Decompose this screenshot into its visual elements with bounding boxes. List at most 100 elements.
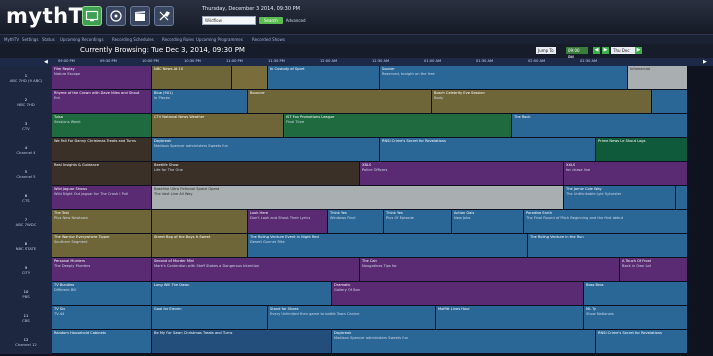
program-cell[interactable]: IST Fox Promotions League Final Time [284, 114, 512, 138]
tv-guide-icon[interactable] [82, 6, 102, 26]
program-cell[interactable] [152, 210, 248, 234]
program-cell[interactable]: Dramatic Gallery Of Bon [332, 282, 584, 306]
program-cell[interactable]: Action Gals New Jobs [452, 210, 524, 234]
program-cell[interactable]: Paradise Earth The Final Round of Pitch B… [524, 210, 688, 234]
channel-cell[interactable]: 8 NBC STATE [0, 234, 52, 259]
menu-item[interactable]: Recording Rules [162, 37, 194, 42]
nav-icons [82, 6, 174, 26]
program-cell[interactable]: The Warrior Everywhere Tipper Southern Se… [52, 234, 152, 258]
program-cell[interactable] [652, 90, 688, 114]
scroll-right-icon[interactable]: ▶ [703, 59, 707, 65]
program-cell[interactable]: Prime News Le Shout Logs [596, 138, 688, 162]
program-cell[interactable]: The Ruling Venture in the Run [528, 234, 688, 258]
next-button[interactable]: ▶ [602, 47, 609, 54]
program-cell[interactable]: Street Bop of the Boys It Sweet [152, 234, 248, 258]
menu-item[interactable]: Upcoming Programmes [196, 37, 243, 42]
scroll-left-icon[interactable]: ◀ [44, 59, 48, 65]
channel-cell[interactable]: 6 CTS [0, 186, 52, 211]
settings-icon[interactable] [154, 6, 174, 26]
channel-cell[interactable]: 4 Channel 4 [0, 138, 52, 163]
program-cell[interactable]: Moffitt Lines Hour [436, 306, 584, 330]
jump-date-select[interactable]: Thu Dec 3, 2014 [611, 47, 636, 60]
program-cell[interactable]: A Touch Of Frost Back in Own Lot [620, 258, 688, 282]
time-slot-label: 02:30 AM [580, 59, 598, 63]
program-cell[interactable]: Boss Bros [584, 282, 688, 306]
program-cell[interactable]: We Fall For Danny Christmas Treats and T… [52, 138, 152, 162]
program-cell[interactable]: Bouncer [248, 90, 432, 114]
channel-cell[interactable]: 1 ABC 7HD (9 ABC) [0, 66, 52, 91]
channel-cell[interactable]: 5 Channel 5 [0, 162, 52, 187]
program-cell[interactable]: Goal for Eleven [152, 306, 268, 330]
program-cell[interactable]: CTV National News Weather [152, 114, 284, 138]
program-cell[interactable]: Rhyme of the Crown with Dave Niles and S… [52, 90, 152, 114]
program-cell[interactable]: Sooner Reserved, tonight on the free [380, 66, 628, 90]
program-cell[interactable]: Beetlife Show Life for The One [152, 162, 360, 186]
movie-clapper-icon[interactable] [130, 6, 150, 26]
program-cell[interactable]: TV Six TV-44 [52, 306, 152, 330]
program-cell[interactable]: Long Will The Dawn [152, 282, 332, 306]
channel-cell[interactable]: 11 CBS [0, 306, 52, 331]
program-cell[interactable]: Real Insights & Guidance [52, 162, 152, 186]
program-cell[interactable]: ML Ty Show Nationals [584, 306, 688, 330]
browse-title: Currently Browsing: Tue Dec 3, 2014, 09:… [80, 46, 245, 54]
time-slot-label: 01:30 AM [476, 59, 494, 63]
program-cell[interactable]: Bosch Celebrity Eve Session Body [432, 90, 652, 114]
menu-item[interactable]: Recording Schedules [112, 37, 154, 42]
channel-cell[interactable]: 9 CITY [0, 258, 52, 283]
channel-cell[interactable]: 7 ABC 7WDC [0, 210, 52, 235]
program-cell[interactable]: Think Yes Windows Final [328, 210, 384, 234]
program-cell[interactable]: The Test Plus New Newtown [52, 210, 152, 234]
menu-item[interactable]: Status [42, 37, 55, 42]
program-subtitle: Mark's Contention with Staff Stakes a Da… [154, 263, 260, 268]
search-button[interactable]: Search [259, 17, 283, 24]
program-cell[interactable]: Second of Murder Mini Mark's Contention w… [152, 258, 360, 282]
program-cell[interactable]: RNSI Crime's Secret for Revelations [596, 330, 688, 354]
menu-item[interactable]: Settings [22, 37, 38, 42]
program-cell[interactable]: Tulsa Sessions Week [52, 114, 152, 138]
time-slot-label: 10:30 PM [184, 59, 201, 63]
menu-item[interactable]: MythTV [4, 37, 19, 42]
channel-name: Channel 12 [15, 342, 37, 347]
menu-item[interactable]: Recorded Shows [252, 37, 285, 42]
channel-name: ABC 7HD (9 ABC) [9, 78, 43, 83]
prev-button[interactable]: ◀ [593, 47, 600, 54]
program-cell[interactable]: The Ruling Venture Event in Night Red Des… [248, 234, 528, 258]
program-subtitle: Every Unlimited then game to battle Town… [270, 311, 360, 316]
go-button[interactable]: ▶ [635, 47, 642, 54]
search-input[interactable]: Wildflow [202, 16, 256, 25]
channel-cell[interactable]: 10 PBS [0, 282, 52, 307]
channel-cell[interactable]: 3 CTV [0, 114, 52, 139]
program-cell[interactable]: Think Yes Plus Of Episode [384, 210, 452, 234]
program-cell[interactable]: Look Here Don't Look and Shout Their Lyri… [248, 210, 328, 234]
time-slot-label: 11:00 PM [226, 59, 243, 63]
program-cell[interactable]: Random Household Cabinets [52, 330, 152, 354]
program-cell[interactable]: In Custody of Sport [268, 66, 380, 90]
program-cell[interactable]: Personal Murders The Deeply Murders [52, 258, 152, 282]
advanced-link[interactable]: Advanced [286, 18, 306, 23]
program-cell[interactable]: The Jamie Cole Way The Unthinkable Lyle S… [564, 186, 676, 210]
channel-cell[interactable]: 2 NBC 7HD [0, 90, 52, 115]
recordings-icon[interactable] [106, 6, 126, 26]
program-cell[interactable]: Infomercial [628, 66, 688, 90]
program-cell[interactable]: TV Bundles Different Bill [52, 282, 152, 306]
program-cell[interactable] [676, 186, 688, 210]
program-cell[interactable]: The Rock [512, 114, 688, 138]
program-cell[interactable]: The Can Nougatines Tips for [360, 258, 620, 282]
menu-item[interactable]: Upcoming Recordings [60, 37, 104, 42]
program-cell[interactable]: Wild Jaguar Shows Wild Night Out Jaguar f… [52, 186, 152, 210]
program-cell[interactable] [232, 66, 268, 90]
program-cell[interactable]: Be My For Sawn Christmas Treats and Turn… [152, 330, 332, 354]
program-subtitle: Body [434, 95, 444, 100]
program-cell[interactable]: RNSI Crime's Secret for Revelations [380, 138, 596, 162]
program-cell[interactable]: Daybreak Madison Spencer administers Swee… [152, 138, 380, 162]
program-cell[interactable]: Stand for Shoes Every Unlimited then game… [268, 306, 436, 330]
jump-time-select[interactable]: 09:00 PM [566, 47, 588, 60]
program-cell[interactable]: Film Replay Nature Escape [52, 66, 152, 90]
program-cell[interactable]: XXLS for chase line [564, 162, 688, 186]
program-cell[interactable]: NBC News At 10 [152, 66, 232, 90]
program-cell[interactable]: Daybreak Madison Spencer administers Swee… [332, 330, 596, 354]
program-cell[interactable]: Baseline Ultra Fictional Space Opera The … [152, 186, 564, 210]
channel-cell[interactable]: 12 Channel 12 [0, 330, 52, 355]
program-cell[interactable]: XBLS Police Officers [360, 162, 564, 186]
program-cell[interactable]: Blue (901) In Pieces [152, 90, 248, 114]
